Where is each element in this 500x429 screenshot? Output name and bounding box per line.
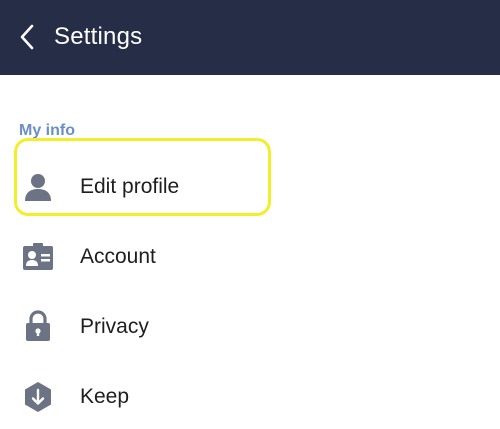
- keep-icon: [22, 381, 54, 413]
- id-card-icon: [22, 241, 54, 273]
- chevron-left-icon: [20, 24, 34, 50]
- menu-item-edit-profile[interactable]: Edit profile: [0, 152, 500, 222]
- menu-item-label: Privacy: [80, 315, 149, 338]
- menu-item-label: Edit profile: [80, 175, 180, 198]
- menu-item-privacy[interactable]: Privacy: [0, 292, 500, 362]
- app-header: Settings: [0, 0, 500, 75]
- person-icon: [22, 171, 54, 203]
- menu-item-label: Account: [80, 245, 156, 268]
- menu-item-account[interactable]: Account: [0, 222, 500, 292]
- page-title: Settings: [54, 23, 143, 50]
- lock-icon: [22, 310, 54, 342]
- section-label-my-info: My info: [19, 122, 75, 139]
- settings-screen: Settings My info Edit profile Account Pr…: [0, 0, 500, 429]
- menu-item-label: Keep: [80, 385, 130, 408]
- menu-item-keep[interactable]: Keep: [0, 362, 500, 429]
- back-button[interactable]: [8, 18, 46, 56]
